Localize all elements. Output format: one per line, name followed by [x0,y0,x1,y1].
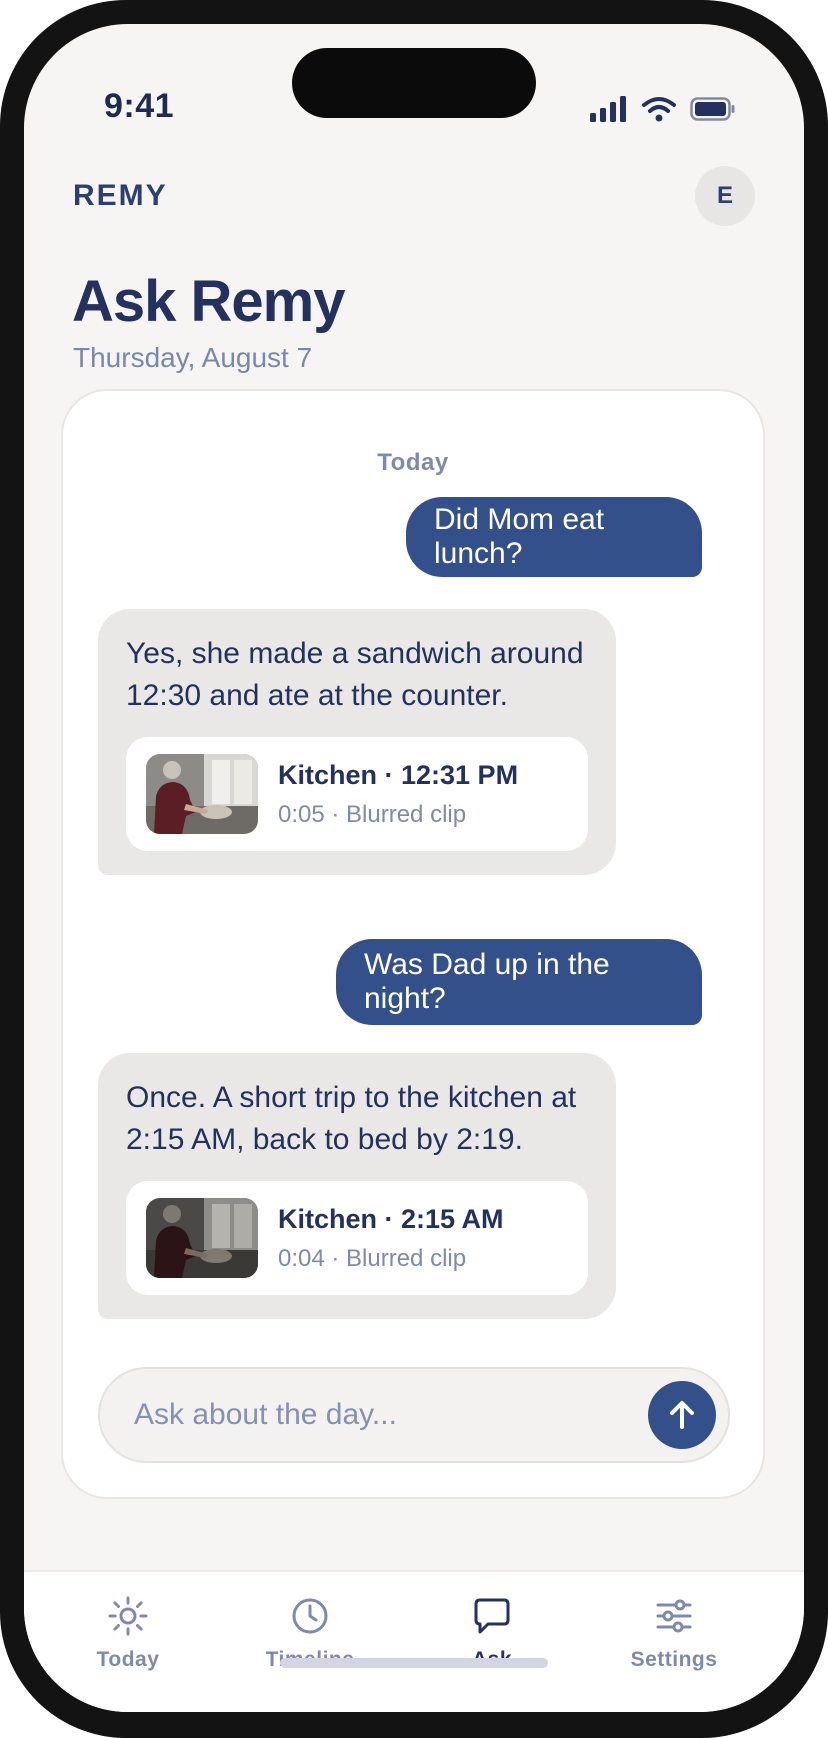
clip-meta: Kitchen · 2:15 AM 0:04 · Blurred clip [278,1204,504,1273]
status-time: 9:41 [104,87,175,125]
video-clip-card[interactable]: Kitchen · 2:15 AM 0:04 · Blurred clip [126,1181,588,1295]
chat-panel: Today Did Mom eat lunch? Yes, she made a… [61,389,765,1499]
sun-icon [108,1596,148,1636]
assistant-message-text: Yes, she made a sandwich around 12:30 an… [126,637,584,712]
tab-label: Today [96,1648,160,1671]
tab-bar: Today Timeline Ask [24,1570,804,1712]
ask-input[interactable] [132,1397,616,1433]
video-clip-card[interactable]: Kitchen · 12:31 PM 0:05 · Blurred clip [126,737,588,851]
clip-title: Kitchen · 2:15 AM [278,1203,504,1234]
app-header: REMY E [73,164,755,228]
home-indicator [280,1658,548,1668]
tab-timeline[interactable]: Timeline [230,1596,390,1686]
clip-subtitle: 0:05 · Blurred clip [278,800,467,828]
clip-title: Kitchen · 12:31 PM [278,759,519,790]
app-screen: 9:41 REMY E Ask Remy Thursday, August 7 … [24,24,804,1712]
chat-bubble-icon [474,1598,510,1634]
send-button[interactable] [648,1381,716,1449]
status-icons [590,96,736,122]
clip-meta: Kitchen · 12:31 PM 0:05 · Blurred clip [278,760,518,829]
assistant-message-bubble: Yes, she made a sandwich around 12:30 an… [98,609,616,875]
battery-icon [690,97,735,121]
profile-avatar-button[interactable]: E [695,166,755,226]
user-message-bubble: Did Mom eat lunch? [406,497,702,577]
user-message-bubble: Was Dad up in the night? [336,939,702,1025]
tab-label: Settings [630,1648,718,1671]
tab-today[interactable]: Today [48,1596,208,1686]
message-composer [98,1367,730,1463]
day-divider: Today [377,449,449,476]
tab-settings[interactable]: Settings [594,1596,754,1686]
sliders-icon [656,1599,692,1633]
tab-ask[interactable]: Ask [412,1596,572,1686]
assistant-message-bubble: Once. A short trip to the kitchen at 2:1… [98,1053,616,1319]
dynamic-island [292,48,536,118]
assistant-message-text: Once. A short trip to the kitchen at 2:1… [126,1081,577,1156]
brand-wordmark: REMY [73,179,168,212]
clip-thumbnail [146,1198,258,1278]
wifi-icon [642,97,676,122]
clip-thumbnail [146,754,258,834]
page-title: Ask Remy [72,269,345,334]
signal-icon [590,96,626,122]
phone-frame: 9:41 REMY E Ask Remy Thursday, August 7 … [0,0,828,1738]
clock-icon [292,1598,328,1634]
clip-subtitle: 0:04 · Blurred clip [278,1244,467,1272]
arrow-up-icon [670,1401,694,1429]
page-date: Thursday, August 7 [73,342,313,373]
